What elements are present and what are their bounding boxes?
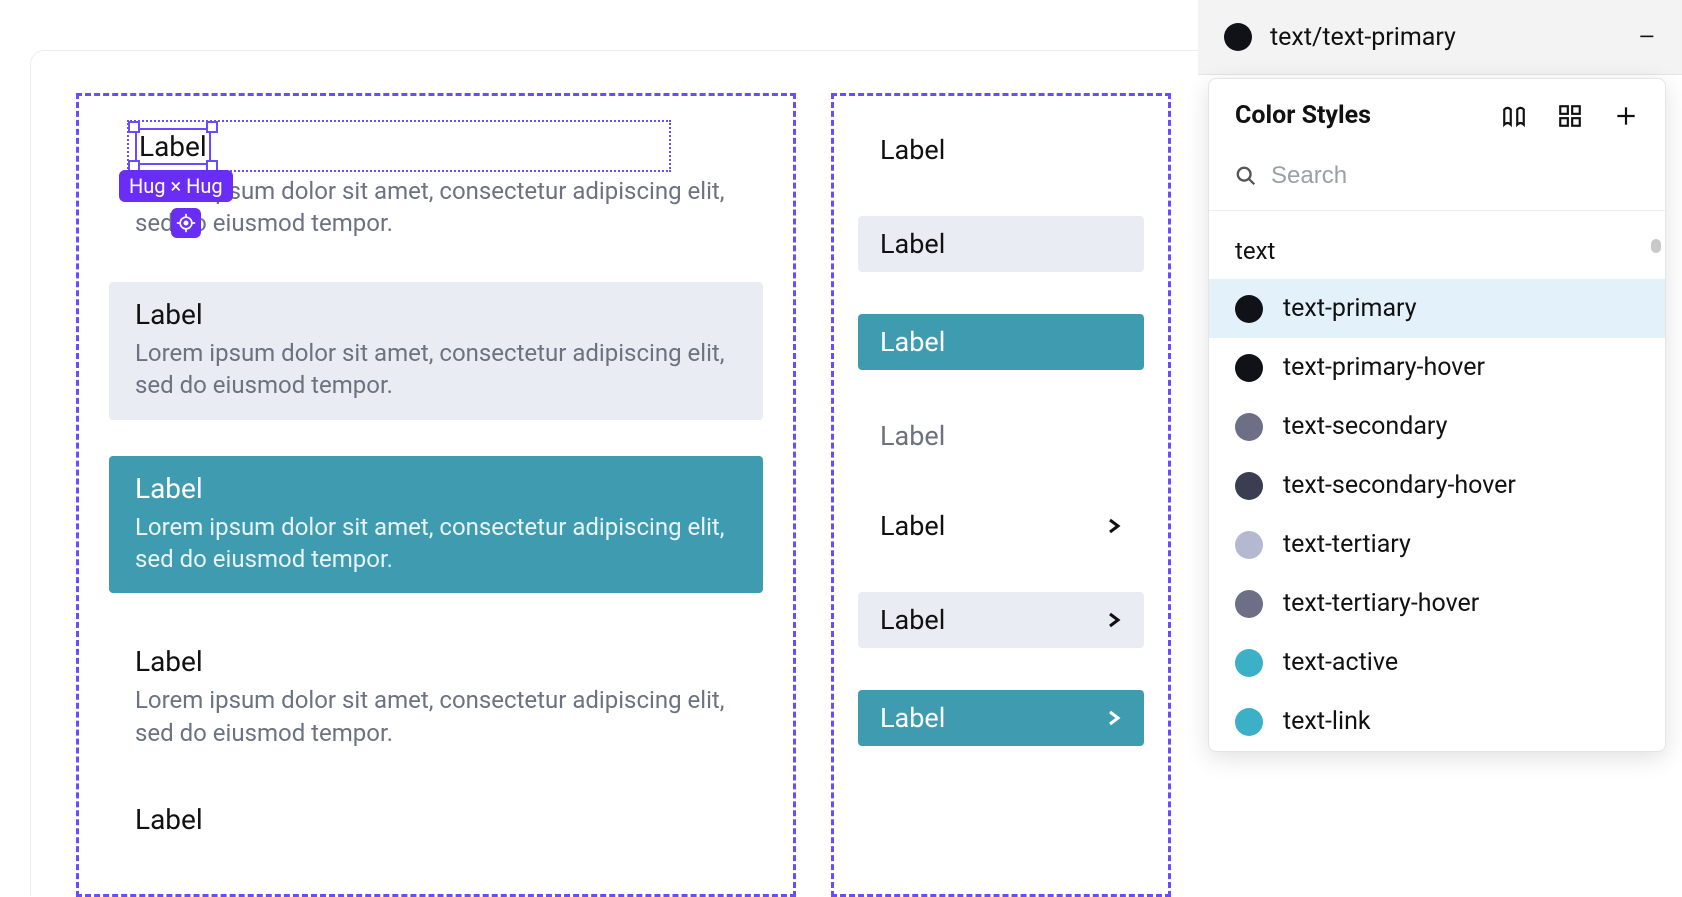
add-style-button[interactable] [1613,103,1639,129]
style-name: text-tertiary [1283,530,1411,559]
color-styles-popover: Color Styles [1208,78,1666,752]
scrollbar-thumb[interactable] [1651,239,1661,253]
grid-view-icon[interactable] [1557,103,1583,129]
style-swatch [1235,590,1263,618]
card-teal[interactable]: Label Lorem ipsum dolor sit amet, consec… [109,456,763,594]
nav-item-grey-chevron[interactable]: Label [858,592,1144,648]
current-swatch[interactable] [1224,23,1252,51]
nav-label: Label [880,326,945,358]
card-body: Lorem ipsum dolor sit amet, consectetur … [135,511,737,576]
nav-item-muted[interactable]: Label [858,412,1144,460]
style-name: text-link [1283,707,1371,736]
style-name: text-primary [1283,294,1417,323]
style-swatch [1235,354,1263,382]
chevron-right-icon [1106,706,1122,730]
style-item-text-primary[interactable]: text-primary [1209,279,1665,338]
autolayout-size-badge: Hug × Hug [119,170,233,202]
card-body: Lorem ipsum dolor sit amet, consectetur … [135,684,737,749]
nav-label: Label [880,510,945,542]
nav-item-grey[interactable]: Label [858,216,1144,272]
nav-label: Label [880,228,945,260]
nav-label: Label [880,702,945,734]
style-item-text-tertiary-hover[interactable]: text-tertiary-hover [1209,574,1665,633]
nav-label: Label [880,420,945,452]
style-item-text-secondary-hover[interactable]: text-secondary-hover [1209,456,1665,515]
style-name: text-active [1283,648,1398,677]
style-swatch [1235,472,1263,500]
properties-panel: text/text-primary − Color Styles [1198,0,1682,896]
search-icon [1235,165,1257,187]
frame-components-left[interactable]: Label Hug × Hug Lorem ipsum dolor sit am… [76,93,796,897]
style-name: text-tertiary-hover [1283,589,1479,618]
nav-label: Label [880,604,945,636]
style-group-label: text [1209,211,1665,279]
card-body: Lorem ipsum dolor sit amet, consectetur … [135,337,737,402]
card-selected[interactable]: Label Hug × Hug Lorem ipsum dolor sit am… [109,128,763,240]
search-row[interactable] [1209,148,1665,211]
style-name: text-secondary [1283,412,1447,441]
chevron-right-icon [1106,514,1122,538]
card-plain[interactable]: Label Lorem ipsum dolor sit amet, consec… [109,629,763,767]
style-name: text-primary-hover [1283,353,1485,382]
selected-label-text[interactable]: Label [135,128,211,165]
style-item-text-primary-hover[interactable]: text-primary-hover [1209,338,1665,397]
style-swatch [1235,531,1263,559]
card-label: Label [135,472,737,505]
popover-title: Color Styles [1235,101,1371,130]
style-swatch [1235,295,1263,323]
style-item-text-link[interactable]: text-link [1209,692,1665,751]
nav-item-teal-chevron[interactable]: Label [858,690,1144,746]
nav-item-plain-chevron[interactable]: Label [858,502,1144,550]
style-swatch [1235,413,1263,441]
design-canvas[interactable]: Label Hug × Hug Lorem ipsum dolor sit am… [30,50,1198,896]
card-grey[interactable]: Label Lorem ipsum dolor sit amet, consec… [109,282,763,420]
card-label: Label [135,298,737,331]
card-label: Label [135,645,737,678]
resize-handle-tr[interactable] [206,121,218,133]
chevron-right-icon [1106,608,1122,632]
current-style-name: text/text-primary [1270,23,1456,52]
target-icon[interactable] [171,208,201,238]
style-item-text-secondary[interactable]: text-secondary [1209,397,1665,456]
style-name: text-secondary-hover [1283,471,1516,500]
nav-item-plain[interactable]: Label [858,126,1144,174]
remove-style-button[interactable]: − [1638,18,1656,56]
styles-list: text-primary text-primary-hover text-secon… [1209,279,1665,751]
frame-components-right[interactable]: Label Label Label Label Label Label Labe… [831,93,1171,897]
style-item-text-active[interactable]: text-active [1209,633,1665,692]
style-swatch [1235,649,1263,677]
selected-label-box[interactable]: Label Hug × Hug [135,128,211,165]
library-icon[interactable] [1501,103,1527,129]
style-swatch [1235,708,1263,736]
nav-label: Label [880,134,945,166]
nav-item-teal[interactable]: Label [858,314,1144,370]
search-input[interactable] [1271,162,1639,190]
resize-handle-tl[interactable] [128,121,140,133]
style-item-text-tertiary[interactable]: text-tertiary [1209,515,1665,574]
card-partial-label: Label [109,803,763,836]
fill-style-row[interactable]: text/text-primary − [1198,0,1682,75]
